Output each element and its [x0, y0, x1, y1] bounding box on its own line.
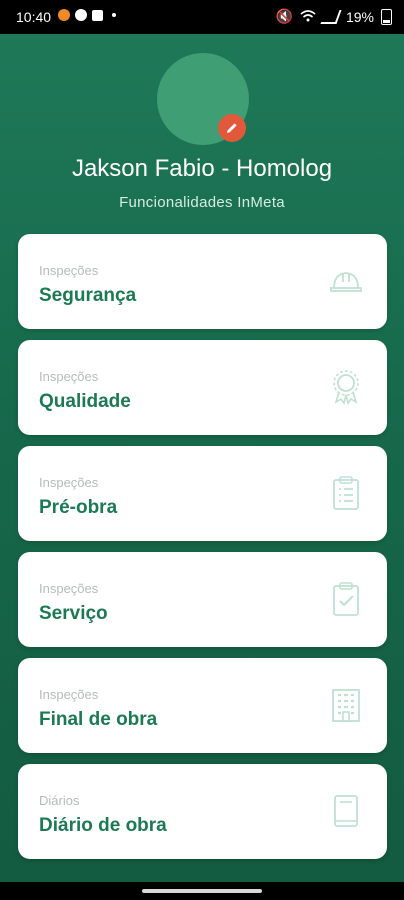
avatar-container: [157, 53, 249, 145]
status-time: 10:40: [16, 9, 52, 25]
status-bar: 10:40 🔇 19%: [0, 0, 404, 34]
card-title: Qualidade: [39, 391, 131, 412]
card-category: Inspeções: [39, 581, 99, 596]
soccer-icon: [75, 9, 87, 21]
clipboard-list-icon: [333, 476, 359, 510]
building-icon: [332, 689, 360, 722]
app-screen: 10:40 🔇 19% Jakson Fabio - Homolog Funci…: [0, 0, 404, 900]
card-category: Inspeções: [39, 687, 99, 702]
card-title: Segurança: [39, 285, 137, 306]
wifi-icon: [300, 9, 316, 25]
card-servico[interactable]: Inspeções Serviço: [18, 552, 387, 647]
navigation-bar: [0, 882, 404, 900]
battery-icon: [381, 8, 392, 25]
card-title: Final de obra: [39, 709, 158, 730]
card-pre-obra[interactable]: Inspeções Pré-obra: [18, 446, 387, 541]
card-title: Diário de obra: [39, 815, 167, 836]
clipboard-check-icon: [333, 582, 359, 616]
card-category: Inspeções: [39, 475, 99, 490]
more-notifications-icon: [112, 13, 116, 17]
card-category: Diários: [39, 793, 80, 808]
gallery-icon: [92, 9, 103, 21]
user-subtitle: Funcionalidades InMeta: [119, 194, 285, 211]
card-category: Inspeções: [39, 263, 99, 278]
card-title: Pré-obra: [39, 497, 118, 518]
user-name: Jakson Fabio - Homolog: [71, 155, 333, 182]
battery-percent: 19%: [345, 8, 374, 25]
award-ribbon-icon: [333, 370, 359, 405]
book-icon: [334, 795, 358, 827]
app-notification-icon: [58, 9, 70, 21]
hard-hat-icon: [330, 272, 362, 292]
card-qualidade[interactable]: Inspeções Qualidade: [18, 340, 387, 435]
system-icons: 🔇 19%: [276, 8, 392, 25]
card-seguranca[interactable]: Inspeções Segurança: [18, 234, 387, 329]
edit-avatar-button[interactable]: [218, 114, 246, 142]
card-title: Serviço: [39, 603, 108, 624]
card-category: Inspeções: [39, 369, 99, 384]
signal-icon: [320, 9, 342, 24]
pencil-icon: [227, 123, 237, 133]
notification-icons: [58, 9, 116, 21]
card-final-de-obra[interactable]: Inspeções Final de obra: [18, 658, 387, 753]
card-diario-de-obra[interactable]: Diários Diário de obra: [18, 764, 387, 859]
mute-icon: 🔇: [275, 8, 293, 24]
home-gesture-handle[interactable]: [142, 889, 262, 893]
